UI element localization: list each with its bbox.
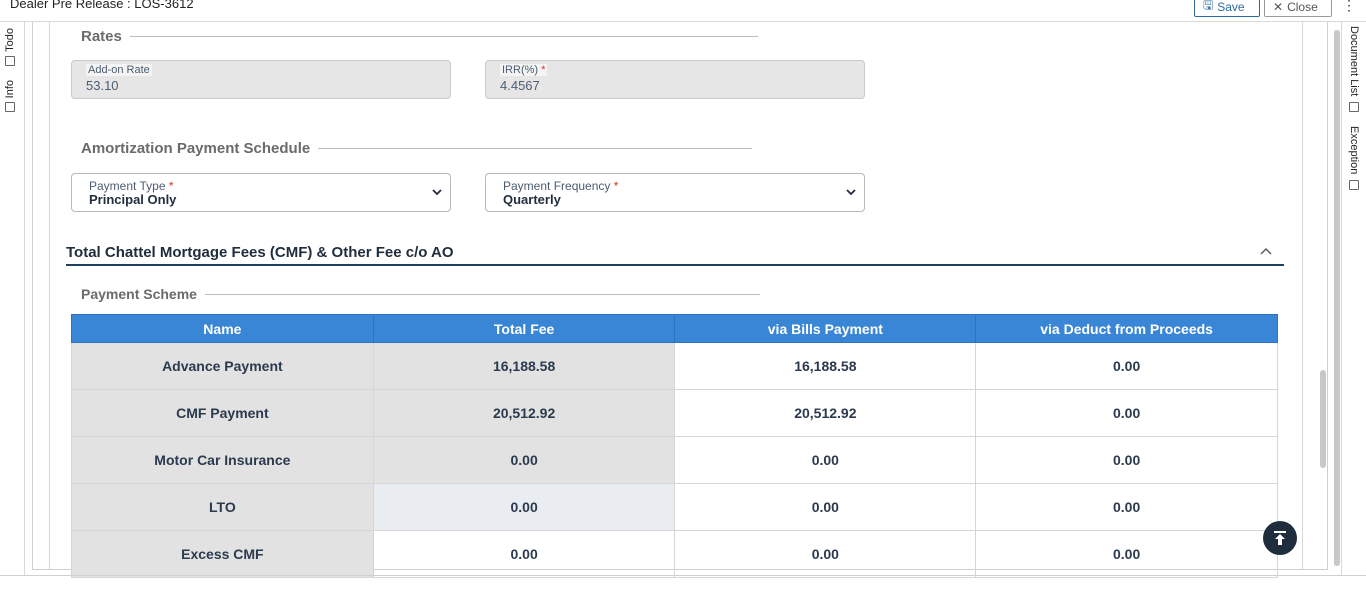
row-name-cell: CMF Payment bbox=[71, 389, 374, 437]
tab-document-list-label: Document List bbox=[1348, 26, 1360, 97]
bills-payment-cell[interactable]: 0.00 bbox=[674, 483, 977, 531]
header-bar: Dealer Pre Release : LOS-3612 🖫 Save ✕ C… bbox=[0, 0, 1366, 22]
table-row: Excess CMF 0.00 0.00 0.00 bbox=[71, 530, 1278, 578]
required-marker: * bbox=[168, 179, 174, 193]
divider bbox=[318, 148, 753, 149]
row-name-cell: Motor Car Insurance bbox=[71, 436, 374, 484]
close-button-label: Close bbox=[1287, 0, 1318, 14]
irr-label-wrap: IRR(%) * bbox=[500, 64, 548, 76]
payment-type-select[interactable]: Payment Type * Principal Only bbox=[71, 173, 451, 212]
clipboard-icon bbox=[1349, 180, 1359, 191]
payment-scheme-table: Name Total Fee via Bills Payment via Ded… bbox=[71, 314, 1278, 578]
clipboard-icon bbox=[5, 55, 15, 66]
fees-accordion-title: Total Chattel Mortgage Fees (CMF) & Othe… bbox=[66, 244, 454, 261]
column-header-deduct-proceeds[interactable]: via Deduct from Proceeds bbox=[975, 314, 1278, 343]
close-icon: ✕ bbox=[1273, 0, 1284, 14]
outer-scrollbar-thumb[interactable] bbox=[1334, 30, 1340, 566]
deduct-proceeds-cell[interactable]: 0.00 bbox=[975, 530, 1278, 578]
column-header-total-fee[interactable]: Total Fee bbox=[372, 314, 676, 343]
payment-type-label: Payment Type bbox=[89, 179, 166, 193]
deduct-proceeds-cell[interactable]: 0.00 bbox=[975, 389, 1278, 437]
payment-scheme-label: Payment Scheme bbox=[81, 286, 197, 302]
total-fee-cell: 16,188.58 bbox=[372, 342, 676, 390]
fees-accordion-header[interactable]: Total Chattel Mortgage Fees (CMF) & Othe… bbox=[66, 240, 1284, 266]
bills-payment-cell[interactable]: 16,188.58 bbox=[674, 342, 977, 390]
tab-todo-label: Todo bbox=[4, 28, 16, 52]
add-on-rate-label: Add-on Rate bbox=[86, 64, 152, 76]
payment-scheme-title: Payment Scheme bbox=[81, 286, 760, 302]
more-options-icon[interactable]: ⋮ bbox=[1342, 0, 1356, 14]
table-row: CMF Payment 20,512.92 20,512.92 0.00 bbox=[71, 389, 1278, 437]
clipboard-icon bbox=[5, 102, 15, 113]
divider bbox=[129, 36, 758, 37]
irr-label: IRR(%) bbox=[502, 64, 539, 76]
deduct-proceeds-cell[interactable]: 0.00 bbox=[975, 342, 1278, 390]
bills-payment-cell[interactable]: 0.00 bbox=[674, 530, 977, 578]
arrow-up-icon bbox=[1274, 531, 1286, 545]
save-button-label: Save bbox=[1217, 0, 1245, 14]
payment-frequency-value: Quarterly bbox=[503, 192, 561, 207]
irr-value: 4.4567 bbox=[500, 78, 540, 93]
payment-type-value: Principal Only bbox=[89, 192, 177, 207]
scroll-to-top-button[interactable] bbox=[1263, 521, 1297, 555]
add-on-rate-value: 53.10 bbox=[86, 78, 119, 93]
amortization-section-title: Amortization Payment Schedule bbox=[81, 140, 753, 157]
bottom-divider bbox=[0, 575, 1366, 576]
rates-title: Rates bbox=[81, 28, 122, 45]
right-tab-strip: Document List Exception bbox=[1341, 22, 1366, 575]
amortization-title: Amortization Payment Schedule bbox=[81, 140, 311, 157]
deduct-proceeds-cell[interactable]: 0.00 bbox=[975, 436, 1278, 484]
payment-type-label-wrap: Payment Type * bbox=[89, 179, 174, 193]
chevron-down-icon[interactable] bbox=[432, 185, 442, 199]
deduct-proceeds-cell[interactable]: 0.00 bbox=[975, 483, 1278, 531]
row-name-cell: Advance Payment bbox=[71, 342, 374, 390]
outer-scrollbar[interactable] bbox=[1334, 30, 1340, 566]
bills-payment-cell[interactable]: 0.00 bbox=[674, 436, 977, 484]
tab-exception[interactable]: Exception bbox=[1348, 126, 1360, 191]
clipboard-icon bbox=[1349, 102, 1359, 113]
column-header-name[interactable]: Name bbox=[71, 314, 374, 343]
inner-scrollbar-thumb[interactable] bbox=[1320, 370, 1326, 468]
tab-exception-label: Exception bbox=[1348, 126, 1360, 175]
payment-frequency-select[interactable]: Payment Frequency * Quarterly bbox=[485, 173, 865, 212]
divider bbox=[204, 293, 760, 295]
payment-frequency-label-wrap: Payment Frequency * bbox=[503, 179, 618, 193]
bills-payment-cell[interactable]: 20,512.92 bbox=[674, 389, 977, 437]
tab-todo[interactable]: Todo bbox=[4, 28, 16, 66]
total-fee-cell[interactable]: 0.00 bbox=[372, 530, 676, 578]
table-header-row: Name Total Fee via Bills Payment via Ded… bbox=[71, 314, 1278, 343]
chevron-down-icon[interactable] bbox=[846, 185, 856, 199]
required-marker: * bbox=[613, 179, 619, 193]
close-button[interactable]: ✕ Close bbox=[1264, 0, 1332, 17]
total-fee-cell: 20,512.92 bbox=[372, 389, 676, 437]
table-row: Advance Payment 16,188.58 16,188.58 0.00 bbox=[71, 342, 1278, 390]
column-header-bills-payment[interactable]: via Bills Payment bbox=[674, 314, 977, 343]
row-name-cell: LTO bbox=[71, 483, 374, 531]
table-row: Motor Car Insurance 0.00 0.00 0.00 bbox=[71, 436, 1278, 484]
required-marker: * bbox=[541, 64, 546, 76]
tab-info-label: Info bbox=[4, 80, 16, 99]
rates-section-title: Rates bbox=[81, 28, 758, 45]
payment-frequency-label: Payment Frequency bbox=[503, 179, 611, 193]
tab-document-list[interactable]: Document List bbox=[1348, 26, 1360, 113]
tab-info[interactable]: Info bbox=[4, 80, 16, 113]
total-fee-cell[interactable]: 0.00 bbox=[372, 483, 676, 531]
chevron-up-icon[interactable] bbox=[1260, 242, 1272, 258]
row-name-cell: Excess CMF bbox=[71, 530, 374, 578]
save-icon: 🖫 bbox=[1203, 0, 1214, 12]
add-on-rate-field: Add-on Rate 53.10 bbox=[71, 60, 451, 99]
total-fee-cell: 0.00 bbox=[372, 436, 676, 484]
page-title: Dealer Pre Release : LOS-3612 bbox=[10, 0, 194, 11]
save-button[interactable]: 🖫 Save bbox=[1194, 0, 1260, 17]
irr-field: IRR(%) * 4.4567 bbox=[485, 60, 865, 99]
left-tab-strip: Todo Info bbox=[0, 22, 25, 575]
table-row: LTO 0.00 0.00 0.00 bbox=[71, 483, 1278, 531]
